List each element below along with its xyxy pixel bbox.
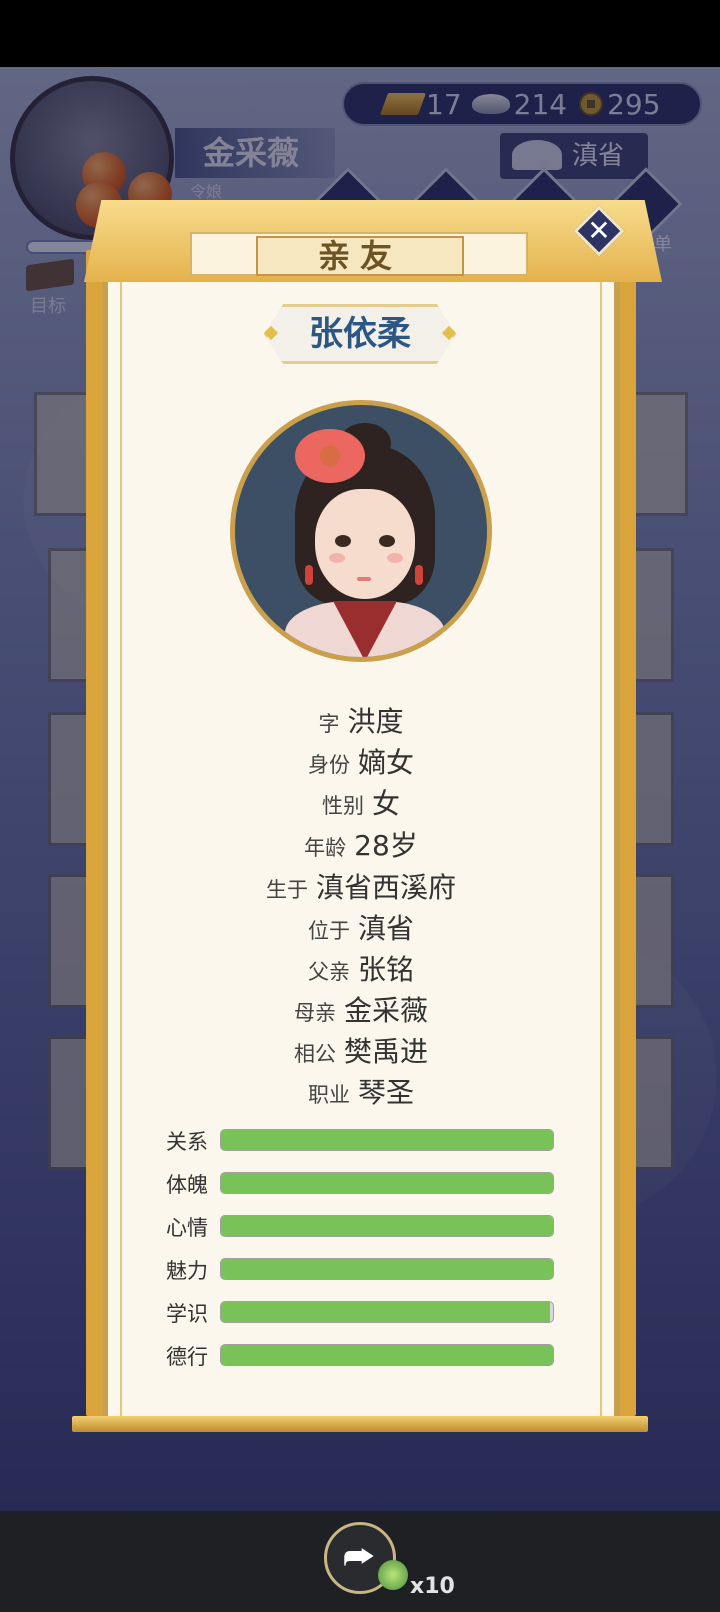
status-bar: [0, 0, 720, 67]
stat-bar: [220, 1129, 554, 1151]
info-row-gender: 性别女: [321, 787, 400, 820]
stat-bar: [220, 1258, 554, 1280]
info-row-mother: 母亲 金采薇: [293, 994, 428, 1027]
info-row-age: 年龄 28岁: [304, 829, 418, 862]
info-row-location: 位于 滇省: [307, 912, 414, 945]
bonus-count: x10: [410, 1574, 455, 1599]
stat-mood: 心情: [166, 1214, 556, 1240]
info-row-husband: 相公 樊禹进: [293, 1035, 428, 1068]
info-row-courtesy-name: 字洪度: [318, 705, 404, 738]
flower-icon: [295, 429, 365, 483]
stat-learning: 学识: [166, 1300, 556, 1326]
stat-bar: [220, 1344, 554, 1366]
character-name: 张依柔: [309, 314, 411, 354]
stat-bar: [220, 1215, 554, 1237]
info-row-father: 父亲 张铭: [307, 953, 414, 986]
dialog-title: 亲友: [256, 236, 464, 276]
character-portrait: [230, 400, 492, 662]
info-row-birthplace: 生于 滇省西溪府: [265, 871, 456, 904]
jade-coin-icon: [378, 1560, 408, 1590]
close-icon[interactable]: ✕: [581, 211, 617, 251]
share-arrow-icon[interactable]: ⮫: [336, 1540, 382, 1576]
info-row-status: 身份 嫡女: [307, 746, 414, 779]
dialog-bottom-rod: [72, 1416, 648, 1432]
info-row-occupation: 职业 琴圣: [307, 1076, 414, 1109]
stat-bar: [220, 1172, 554, 1194]
stat-bar: [220, 1301, 554, 1323]
stat-physique: 体魄: [166, 1171, 556, 1197]
stat-charm: 魅力: [166, 1257, 556, 1283]
stat-relationship: 关系: [166, 1128, 556, 1154]
stat-virtue: 德行: [166, 1343, 556, 1369]
